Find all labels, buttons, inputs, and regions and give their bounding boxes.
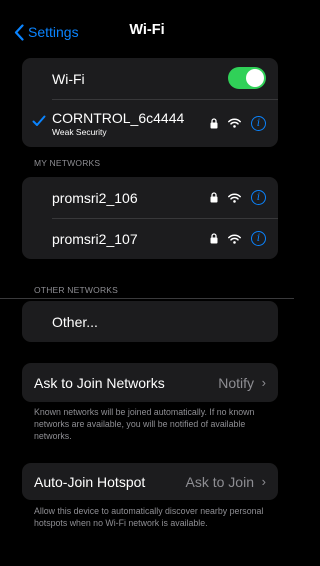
checkmark-icon <box>32 115 46 126</box>
my-networks-header: MY NETWORKS <box>34 158 101 168</box>
network-icons: i <box>210 177 266 218</box>
auto-join-row[interactable]: Auto-Join Hotspot Ask to Join › <box>22 463 278 500</box>
info-icon[interactable]: i <box>251 190 266 205</box>
auto-join-group: Auto-Join Hotspot Ask to Join › <box>22 463 278 500</box>
connected-network-status: Weak Security <box>52 126 107 137</box>
wifi-group: Wi-Fi CORNTROL_6c4444 Weak Security i <box>22 58 278 147</box>
wifi-label: Wi-Fi <box>52 70 85 87</box>
network-name: promsri2_107 <box>52 230 138 247</box>
ask-to-join-label: Ask to Join Networks <box>34 374 165 391</box>
divider-line <box>0 298 294 299</box>
ask-to-join-footer: Known networks will be joined automatica… <box>34 407 255 441</box>
ask-to-join-value: Notify <box>218 374 254 391</box>
lock-icon <box>210 233 218 244</box>
network-icons: i <box>210 218 266 259</box>
info-icon[interactable]: i <box>251 115 266 131</box>
lock-icon <box>210 192 218 203</box>
network-row[interactable]: promsri2_107 i <box>22 218 278 259</box>
chevron-right-icon: › <box>261 474 266 489</box>
toggle-knob <box>246 69 264 87</box>
chevron-right-icon: › <box>261 375 266 390</box>
my-networks-group: promsri2_106 i promsri2_107 i <box>22 177 278 259</box>
other-networks-header: OTHER NETWORKS <box>34 285 119 295</box>
lock-icon <box>210 117 218 129</box>
network-row[interactable]: promsri2_106 i <box>22 177 278 218</box>
ask-to-join-row[interactable]: Ask to Join Networks Notify › <box>22 363 278 402</box>
wifi-icon <box>228 233 241 244</box>
other-network-row[interactable]: Other... <box>22 301 278 342</box>
auto-join-footer: Allow this device to automatically disco… <box>34 506 264 528</box>
ask-to-join-group: Ask to Join Networks Notify › <box>22 363 278 402</box>
network-name: promsri2_106 <box>52 189 138 206</box>
network-icons: i <box>210 99 266 147</box>
page-title: Wi-Fi <box>129 22 165 38</box>
connected-network-name: CORNTROL_6c4444 <box>52 109 185 126</box>
navigation-bar: Settings Wi-Fi <box>0 0 294 60</box>
auto-join-label: Auto-Join Hotspot <box>34 473 146 490</box>
other-networks-group: Other... <box>22 301 278 342</box>
connected-network-row[interactable]: CORNTROL_6c4444 Weak Security i <box>22 99 278 147</box>
auto-join-value: Ask to Join <box>185 473 254 490</box>
wifi-icon <box>228 118 241 128</box>
other-network-label: Other... <box>52 313 98 330</box>
info-icon[interactable]: i <box>251 231 266 246</box>
wifi-toggle[interactable] <box>228 67 266 89</box>
wifi-icon <box>228 192 241 203</box>
wifi-toggle-row: Wi-Fi <box>22 58 278 99</box>
